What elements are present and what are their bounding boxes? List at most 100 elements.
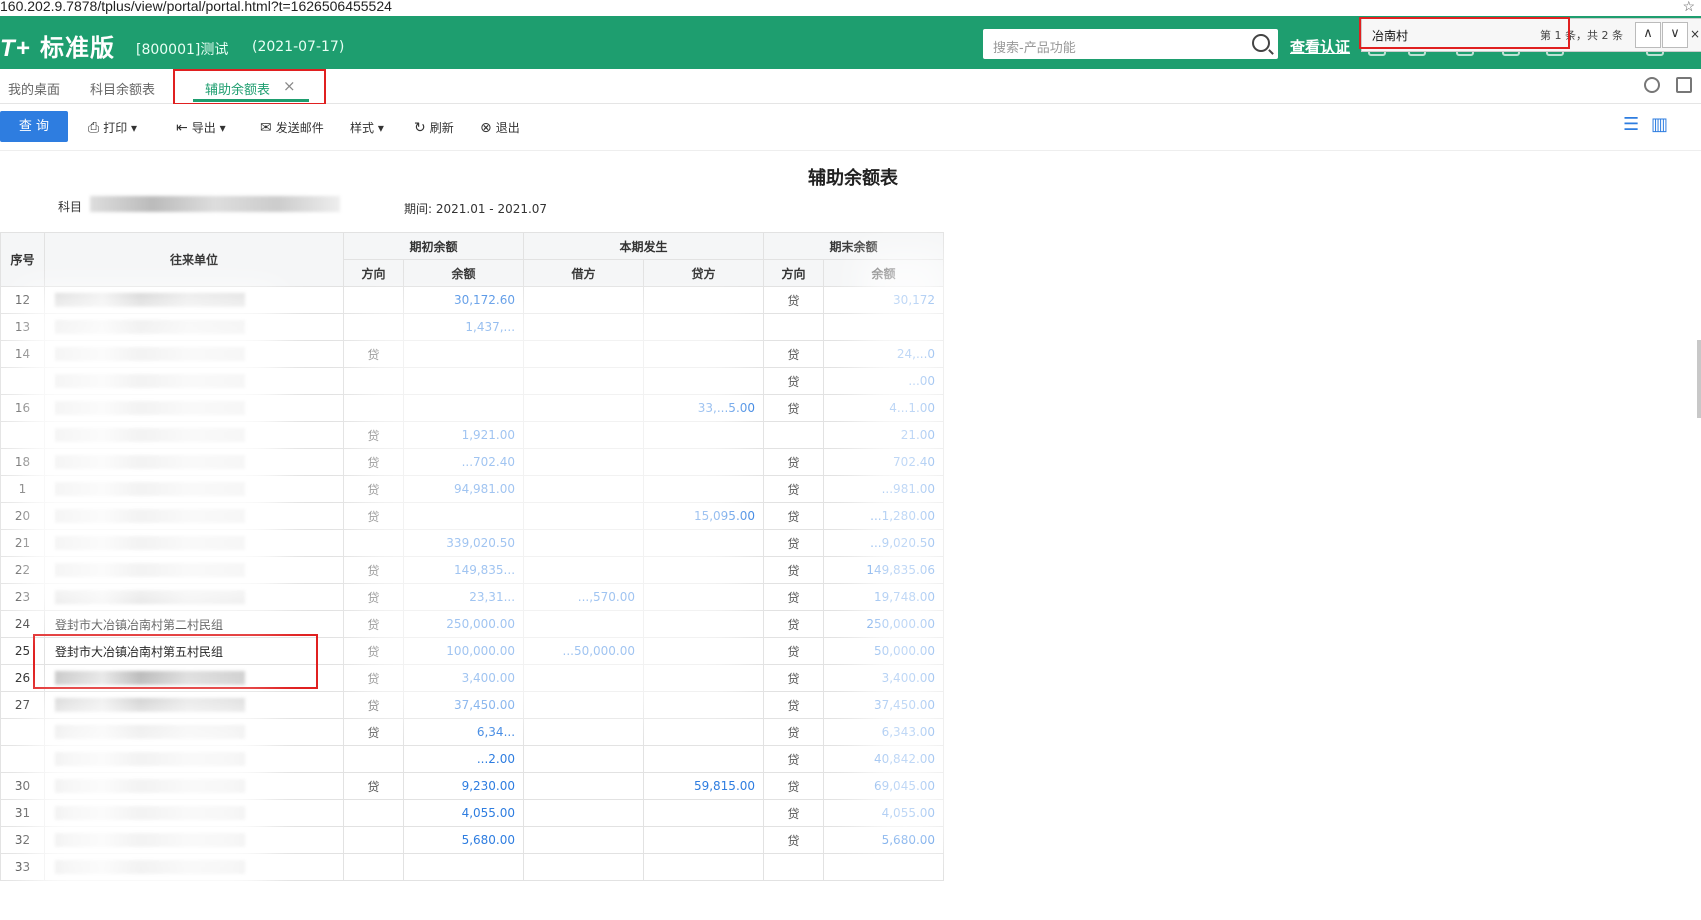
opening-direction xyxy=(343,394,404,422)
find-prev-button[interactable]: ∧ xyxy=(1635,22,1661,48)
ending-balance: 4,055.00 xyxy=(823,799,945,827)
ending-direction: 贷 xyxy=(763,772,825,800)
table-row[interactable]: ...2.00 贷 40,842.00 xyxy=(0,745,945,773)
send-email-button[interactable]: ✉ 发送邮件 xyxy=(260,119,324,136)
search-icon[interactable] xyxy=(1252,34,1270,52)
opening-balance: 1,921.00 xyxy=(402,421,525,449)
ending-direction: 贷 xyxy=(763,610,825,638)
row-index xyxy=(0,421,45,449)
tab-search-icon[interactable] xyxy=(1644,77,1660,93)
row-index xyxy=(0,718,45,746)
credit-amount xyxy=(643,286,765,314)
exit-button[interactable]: ⊗ 退出 xyxy=(480,119,520,136)
opening-direction: 贷 xyxy=(343,772,404,800)
report-title: 辅助余额表 xyxy=(808,168,898,189)
find-next-button[interactable]: ∨ xyxy=(1662,22,1688,48)
ending-balance: ...981.00 xyxy=(823,475,945,503)
table-row[interactable]: 22 贷 149,835... 贷 149,835.06 xyxy=(0,556,945,584)
refresh-icon: ↻ xyxy=(414,120,426,136)
ending-direction: 贷 xyxy=(763,394,825,422)
address-bar[interactable]: 160.202.9.7878/tplus/view/portal/portal.… xyxy=(0,0,1701,16)
credit-amount xyxy=(643,718,765,746)
page-scrollbar[interactable] xyxy=(1697,340,1701,418)
fullscreen-icon[interactable] xyxy=(1676,77,1692,93)
table-row[interactable]: 21 339,020.50 贷 ...9,020.50 xyxy=(0,529,945,557)
query-button[interactable]: 查 询 xyxy=(0,111,68,142)
credit-amount xyxy=(643,664,765,692)
table-row[interactable]: 14 贷贷 24,...0 xyxy=(0,340,945,368)
opening-direction: 贷 xyxy=(343,556,404,584)
ending-balance xyxy=(823,853,945,881)
debit-amount xyxy=(523,421,645,449)
table-row[interactable]: 20 贷 15,095.00 贷 ...1,280.00 xyxy=(0,502,945,530)
opening-direction xyxy=(343,853,404,881)
export-button[interactable]: ⇤ 导出 ▾ xyxy=(176,119,226,136)
col-header-opening-dir: 方向 xyxy=(343,259,404,287)
debit-amount xyxy=(523,664,645,692)
tab-my-desktop[interactable]: 我的桌面 xyxy=(8,79,60,98)
opening-balance: 3,400.00 xyxy=(402,664,525,692)
party-name-redacted xyxy=(55,320,245,335)
table-row[interactable]: 贷 6,34... 贷 6,343.00 xyxy=(0,718,945,746)
table-row[interactable]: 32 5,680.00 贷 5,680.00 xyxy=(0,826,945,854)
party-name-redacted xyxy=(55,590,245,605)
opening-balance xyxy=(402,853,525,881)
debit-amount xyxy=(523,610,645,638)
opening-direction xyxy=(343,529,404,557)
opening-balance xyxy=(402,367,525,395)
ending-balance: ...9,020.50 xyxy=(823,529,945,557)
product-search-input[interactable]: 搜索-产品功能 xyxy=(983,29,1278,59)
list-view-icon[interactable]: ☰ xyxy=(1623,114,1639,135)
table-row[interactable]: 30 贷 9,230.00 59,815.00 贷 69,045.00 xyxy=(0,772,945,800)
opening-balance: ...702.40 xyxy=(402,448,525,476)
table-row[interactable]: 贷 ...00 xyxy=(0,367,945,395)
tab-account-balance[interactable]: 科目余额表 xyxy=(90,79,155,98)
table-row[interactable]: 贷 1,921.00 21.00 xyxy=(0,421,945,449)
bookmark-star-icon[interactable]: ☆ xyxy=(1682,0,1695,13)
print-label: 打印 xyxy=(103,121,128,135)
chart-view-icon[interactable]: ▥ xyxy=(1651,114,1668,135)
opening-direction: 贷 xyxy=(343,502,404,530)
debit-amount xyxy=(523,502,645,530)
debit-amount xyxy=(523,286,645,314)
opening-direction: 贷 xyxy=(343,583,404,611)
ending-balance: 702.40 xyxy=(823,448,945,476)
ending-balance: 40,842.00 xyxy=(823,745,945,773)
table-row[interactable]: 16 33,...5.00 贷 4...1.00 xyxy=(0,394,945,422)
credit-amount xyxy=(643,610,765,638)
party-name xyxy=(44,691,344,719)
ending-direction: 贷 xyxy=(763,583,825,611)
table-row[interactable]: 12 30,172.60 贷 30,172 xyxy=(0,286,945,314)
table-row[interactable]: 31 4,055.00 贷 4,055.00 xyxy=(0,799,945,827)
print-button[interactable]: ⎙ 打印 ▾ xyxy=(88,119,137,136)
opening-balance: 100,000.00 xyxy=(402,637,525,665)
table-row[interactable]: 13 1,437,... xyxy=(0,313,945,341)
table-row[interactable]: 1 贷 94,981.00 贷 ...981.00 xyxy=(0,475,945,503)
style-label: 样式 xyxy=(350,121,375,135)
table-row[interactable]: 18 贷 ...702.40 贷 702.40 xyxy=(0,448,945,476)
party-name xyxy=(44,340,344,368)
row-index: 27 xyxy=(0,691,45,719)
table-row[interactable]: 27 贷 37,450.00 贷 37,450.00 xyxy=(0,691,945,719)
logo-mark: T+ xyxy=(0,35,31,62)
style-button[interactable]: 样式 ▾ xyxy=(350,119,384,136)
view-certification-link[interactable]: 查看认证 xyxy=(1290,36,1350,57)
refresh-button[interactable]: ↻ 刷新 xyxy=(414,119,454,136)
address-url[interactable]: 160.202.9.7878/tplus/view/portal/portal.… xyxy=(0,0,392,14)
opening-direction: 贷 xyxy=(343,691,404,719)
row-index xyxy=(0,745,45,773)
credit-amount: 15,095.00 xyxy=(643,502,765,530)
ending-balance: 5,680.00 xyxy=(823,826,945,854)
opening-direction: 贷 xyxy=(343,448,404,476)
ending-balance: 19,748.00 xyxy=(823,583,945,611)
debit-amount xyxy=(523,718,645,746)
search-placeholder: 搜索-产品功能 xyxy=(993,41,1076,56)
find-close-icon[interactable]: × xyxy=(1690,27,1700,41)
email-label: 发送邮件 xyxy=(275,121,324,135)
opening-balance xyxy=(402,502,525,530)
party-name-redacted xyxy=(55,752,245,767)
table-row[interactable]: 33 xyxy=(0,853,945,881)
party-name-redacted xyxy=(55,536,245,551)
table-row[interactable]: 23 贷 23,31... ...,570.00 贷 19,748.00 xyxy=(0,583,945,611)
ending-balance: 4...1.00 xyxy=(823,394,945,422)
